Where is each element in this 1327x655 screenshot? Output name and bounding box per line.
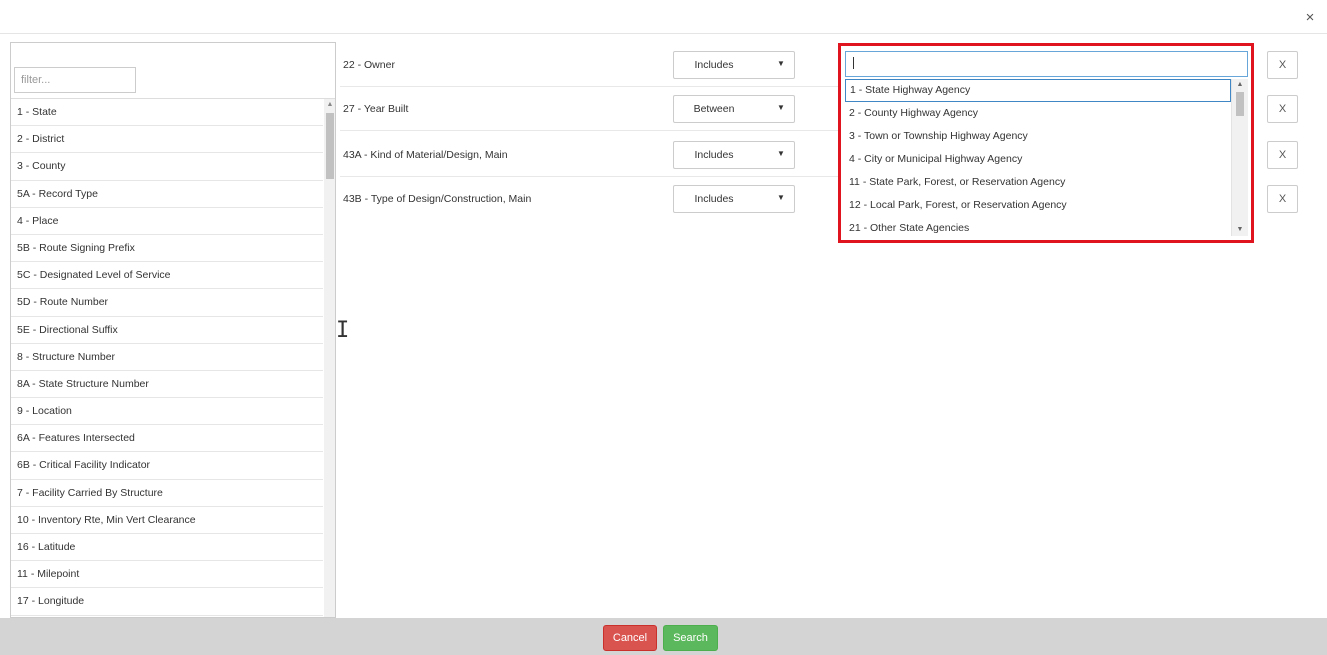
owner-option-state-park-agency[interactable]: 11 - State Park, Forest, or Reservation … bbox=[845, 171, 1231, 194]
caret-down-icon: ▼ bbox=[777, 103, 785, 112]
field-list: 1 - State 2 - District 3 - County 5A - R… bbox=[11, 99, 323, 616]
field-list-scroll-thumb[interactable] bbox=[326, 113, 334, 179]
owner-value-dropdown: 1 - State Highway Agency 2 - County High… bbox=[838, 43, 1254, 243]
search-button[interactable]: Search bbox=[663, 625, 718, 651]
row-divider bbox=[340, 130, 840, 131]
field-item-route-signing-prefix[interactable]: 5B - Route Signing Prefix bbox=[11, 235, 323, 263]
operator-select[interactable]: Between ▼ bbox=[673, 95, 795, 123]
owner-option-local-park-agency[interactable]: 12 - Local Park, Forest, or Reservation … bbox=[845, 194, 1231, 217]
filter-area bbox=[11, 43, 335, 99]
owner-option-city-highway-agency[interactable]: 4 - City or Municipal Highway Agency bbox=[845, 148, 1231, 171]
owner-option-county-highway-agency[interactable]: 2 - County Highway Agency bbox=[845, 102, 1231, 125]
text-caret bbox=[853, 57, 854, 69]
field-item-facility-carried[interactable]: 7 - Facility Carried By Structure bbox=[11, 480, 323, 507]
owner-option-town-highway-agency[interactable]: 3 - Town or Township Highway Agency bbox=[845, 125, 1231, 148]
operator-select[interactable]: Includes ▼ bbox=[673, 141, 795, 169]
owner-value-options: 1 - State Highway Agency 2 - County High… bbox=[845, 79, 1231, 236]
dialog-footer: Cancel Search bbox=[0, 618, 1327, 655]
caret-down-icon: ▼ bbox=[777, 193, 785, 202]
field-item-longitude[interactable]: 17 - Longitude bbox=[11, 588, 323, 616]
field-item-structure-number[interactable]: 8 - Structure Number bbox=[11, 344, 323, 371]
close-dialog-icon[interactable]: × bbox=[1300, 8, 1320, 28]
operator-select[interactable]: Includes ▼ bbox=[673, 185, 795, 213]
field-item-directional-suffix[interactable]: 5E - Directional Suffix bbox=[11, 317, 323, 344]
operator-value: Includes bbox=[694, 59, 734, 71]
scroll-up-arrow-icon[interactable]: ▲ bbox=[1232, 79, 1248, 91]
owner-option-state-highway-agency[interactable]: 1 - State Highway Agency bbox=[845, 79, 1231, 102]
field-list-scrollbar[interactable]: ▲ bbox=[324, 99, 335, 617]
field-item-inventory-rte-min-vert-clearance[interactable]: 10 - Inventory Rte, Min Vert Clearance bbox=[11, 507, 323, 534]
field-item-route-number[interactable]: 5D - Route Number bbox=[11, 289, 323, 317]
text-cursor-icon: I bbox=[336, 318, 350, 343]
operator-value: Includes bbox=[694, 149, 734, 161]
remove-criteria-button[interactable]: X bbox=[1267, 185, 1298, 213]
field-item-location[interactable]: 9 - Location bbox=[11, 398, 323, 426]
field-item-latitude[interactable]: 16 - Latitude bbox=[11, 534, 323, 562]
caret-down-icon: ▼ bbox=[777, 59, 785, 68]
owner-options-scrollbar[interactable]: ▲ ▼ bbox=[1231, 79, 1248, 236]
operator-value: Includes bbox=[694, 193, 734, 205]
criteria-label: 43B - Type of Design/Construction, Main bbox=[343, 193, 532, 205]
owner-option-other-state-agencies[interactable]: 21 - Other State Agencies bbox=[845, 217, 1231, 236]
owner-options-scroll-thumb[interactable] bbox=[1236, 92, 1244, 116]
field-item-state-structure-number[interactable]: 8A - State Structure Number bbox=[11, 371, 323, 399]
scroll-down-arrow-icon[interactable]: ▼ bbox=[1232, 224, 1248, 236]
header-divider bbox=[0, 33, 1327, 34]
remove-criteria-button[interactable]: X bbox=[1267, 51, 1298, 79]
remove-criteria-button[interactable]: X bbox=[1267, 95, 1298, 123]
field-item-critical-facility-indicator[interactable]: 6B - Critical Facility Indicator bbox=[11, 452, 323, 480]
field-item-milepoint[interactable]: 11 - Milepoint bbox=[11, 561, 323, 589]
field-item-record-type[interactable]: 5A - Record Type bbox=[11, 181, 323, 208]
remove-criteria-button[interactable]: X bbox=[1267, 141, 1298, 169]
criteria-label: 27 - Year Built bbox=[343, 103, 409, 115]
scroll-up-arrow-icon[interactable]: ▲ bbox=[324, 99, 335, 111]
criteria-label: 43A - Kind of Material/Design, Main bbox=[343, 149, 508, 161]
field-item-features-intersected[interactable]: 6A - Features Intersected bbox=[11, 425, 323, 453]
filter-input[interactable] bbox=[14, 67, 136, 93]
field-list-panel: 1 - State 2 - District 3 - County 5A - R… bbox=[10, 42, 336, 618]
owner-value-input[interactable] bbox=[845, 51, 1248, 77]
field-item-designated-level-of-service[interactable]: 5C - Designated Level of Service bbox=[11, 262, 323, 290]
field-item-district[interactable]: 2 - District bbox=[11, 126, 323, 154]
field-item-state[interactable]: 1 - State bbox=[11, 99, 323, 127]
field-item-place[interactable]: 4 - Place bbox=[11, 208, 323, 235]
operator-select[interactable]: Includes ▼ bbox=[673, 51, 795, 79]
criteria-label: 22 - Owner bbox=[343, 59, 395, 71]
cancel-button[interactable]: Cancel bbox=[603, 625, 657, 651]
caret-down-icon: ▼ bbox=[777, 149, 785, 158]
operator-value: Between bbox=[693, 103, 735, 115]
field-item-county[interactable]: 3 - County bbox=[11, 153, 323, 181]
